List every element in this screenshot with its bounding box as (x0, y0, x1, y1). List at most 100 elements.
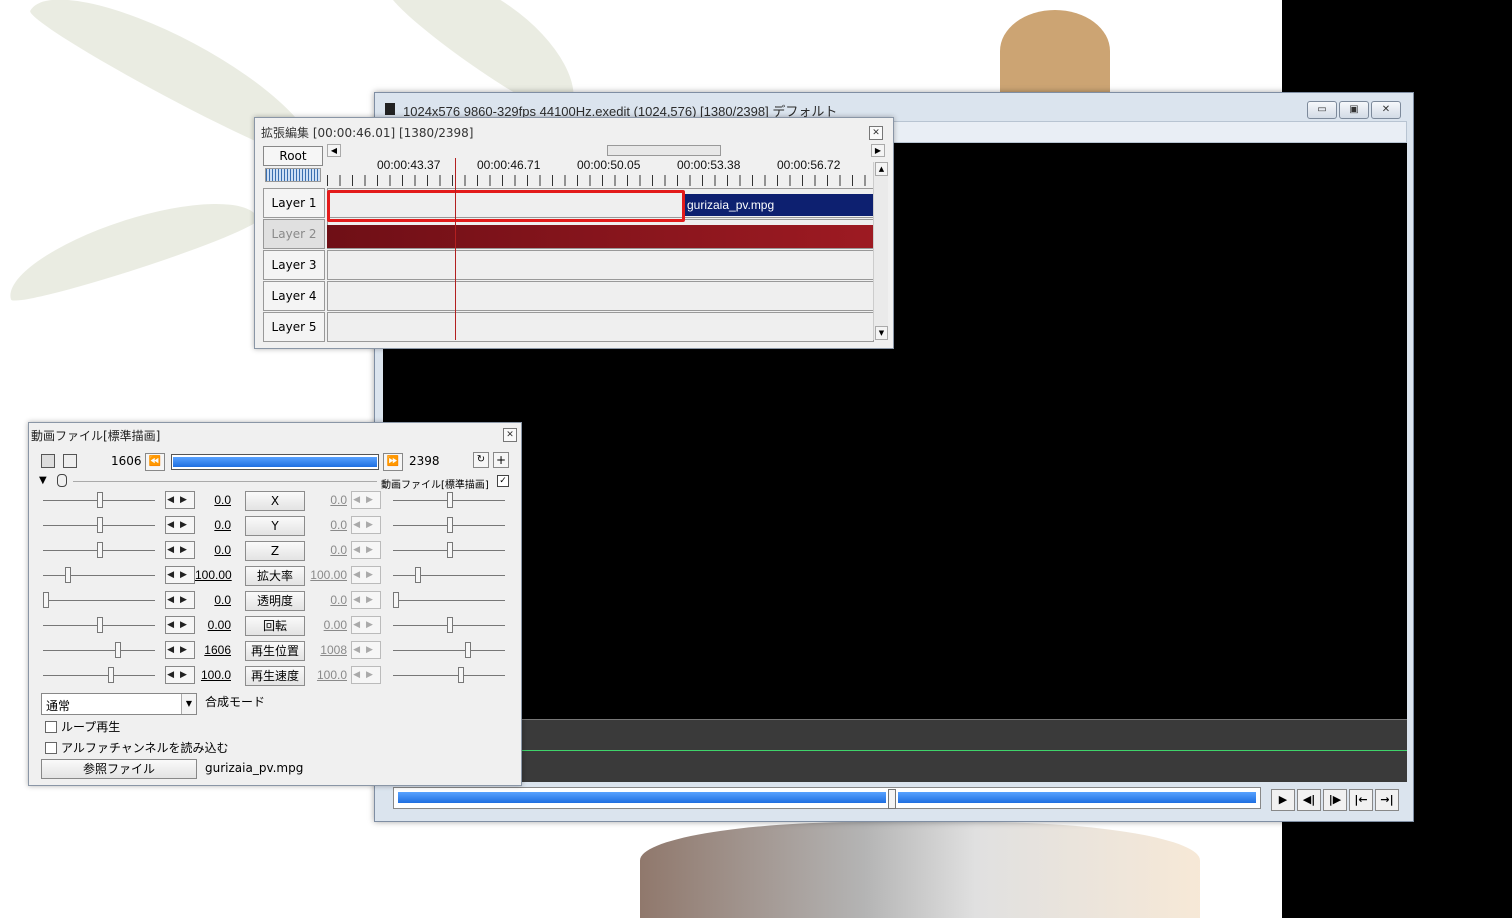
layer-track-3[interactable] (327, 250, 874, 280)
layer-button-2[interactable]: Layer 2 (263, 219, 325, 249)
seek-handle[interactable] (888, 789, 896, 809)
layer-button-3[interactable]: Layer 3 (263, 250, 325, 280)
param-start-value[interactable]: 0.0 (195, 493, 231, 507)
filter-enable-checkbox[interactable]: ✓ (497, 475, 509, 487)
param-end-slider-track[interactable] (393, 600, 505, 601)
param-step-arrows[interactable]: ◀▶ (351, 541, 381, 559)
param-step-arrows[interactable]: ◀▶ (165, 616, 195, 634)
timeline-close-icon[interactable]: ✕ (869, 126, 883, 140)
param-slider-knob[interactable] (64, 567, 71, 583)
param-step-arrows[interactable]: ◀▶ (165, 516, 195, 534)
timeline-clip-red[interactable] (327, 225, 873, 248)
param-name-button[interactable]: X (245, 491, 305, 511)
param-slider-knob[interactable] (107, 667, 114, 683)
param-end-value[interactable]: 100.00 (305, 568, 347, 582)
param-step-arrows[interactable]: ◀▶ (165, 641, 195, 659)
next-frame-button[interactable]: |▶ (1323, 789, 1347, 811)
param-end-value[interactable]: 0.0 (305, 543, 347, 557)
scroll-right-icon[interactable]: ▶ (871, 144, 885, 157)
layer-button-1[interactable]: Layer 1 (263, 188, 325, 218)
param-step-arrows[interactable]: ◀▶ (165, 566, 195, 584)
param-slider-knob[interactable] (97, 517, 103, 533)
maximize-button[interactable]: ▣ (1339, 101, 1369, 119)
play-button[interactable]: ▶ (1271, 789, 1295, 811)
camera-icon[interactable] (41, 454, 55, 468)
param-step-arrows[interactable]: ◀▶ (165, 591, 195, 609)
rewind-icon[interactable]: ⏪ (145, 453, 165, 471)
param-name-button[interactable]: 拡大率 (245, 566, 305, 586)
timeline-clip-video[interactable]: gurizaia_pv.mpg (683, 194, 873, 216)
param-slider-knob[interactable] (97, 542, 103, 558)
param-slider-knob[interactable] (97, 492, 103, 508)
seek-bar[interactable] (393, 787, 1261, 809)
param-end-value[interactable]: 0.00 (305, 618, 347, 632)
param-step-arrows[interactable]: ◀▶ (351, 566, 381, 584)
go-end-button[interactable]: →| (1375, 789, 1399, 811)
param-start-value[interactable]: 0.00 (195, 618, 231, 632)
param-step-arrows[interactable]: ◀▶ (351, 591, 381, 609)
param-slider-knob[interactable] (115, 642, 122, 658)
playhead-line[interactable] (455, 158, 456, 340)
add-filter-icon[interactable]: + (493, 452, 509, 468)
param-end-slider-knob[interactable] (393, 592, 399, 608)
scroll-down-icon[interactable]: ▼ (875, 326, 888, 340)
param-end-slider-knob[interactable] (414, 567, 421, 583)
object-panel-close-icon[interactable]: ✕ (503, 428, 517, 442)
close-button[interactable]: ✕ (1371, 101, 1401, 119)
param-end-slider-track[interactable] (393, 675, 505, 676)
layer-button-4[interactable]: Layer 4 (263, 281, 325, 311)
chevron-down-icon[interactable]: ▼ (181, 694, 196, 714)
param-start-value[interactable]: 0.0 (195, 593, 231, 607)
param-slider-knob[interactable] (43, 592, 49, 608)
param-end-slider-knob[interactable] (447, 542, 453, 558)
go-start-button[interactable]: |← (1349, 789, 1373, 811)
param-start-value[interactable]: 100.0 (195, 668, 231, 682)
param-name-button[interactable]: 再生速度 (245, 666, 305, 686)
param-step-arrows[interactable]: ◀▶ (351, 516, 381, 534)
param-end-value[interactable]: 0.0 (305, 593, 347, 607)
param-start-value[interactable]: 100.00 (195, 568, 232, 582)
zoom-bar[interactable] (265, 168, 321, 182)
param-name-button[interactable]: Y (245, 516, 305, 536)
param-slider-track[interactable] (43, 675, 155, 676)
collapse-icon[interactable]: ▼ (39, 475, 47, 486)
param-step-arrows[interactable]: ◀▶ (165, 491, 195, 509)
param-step-arrows[interactable]: ◀▶ (351, 666, 381, 684)
frame-range-bar[interactable] (171, 454, 379, 470)
timeline-vscroll[interactable]: ▲ ▼ (873, 162, 888, 340)
param-end-slider-track[interactable] (393, 650, 505, 651)
param-end-slider-knob[interactable] (447, 617, 453, 633)
root-button[interactable]: Root (263, 146, 323, 166)
param-step-arrows[interactable]: ◀▶ (351, 616, 381, 634)
param-name-button[interactable]: 再生位置 (245, 641, 305, 661)
param-end-value[interactable]: 0.0 (305, 518, 347, 532)
param-name-button[interactable]: Z (245, 541, 305, 561)
param-slider-track[interactable] (43, 600, 155, 601)
param-end-value[interactable]: 100.0 (305, 668, 347, 682)
alpha-checkbox[interactable] (45, 742, 57, 754)
param-end-slider-knob[interactable] (457, 667, 464, 683)
param-end-value[interactable]: 0.0 (305, 493, 347, 507)
param-step-arrows[interactable]: ◀▶ (351, 491, 381, 509)
layer-track-4[interactable] (327, 281, 874, 311)
param-step-arrows[interactable]: ◀▶ (165, 541, 195, 559)
layer-track-5[interactable] (327, 312, 874, 342)
prev-frame-button[interactable]: ◀| (1297, 789, 1321, 811)
param-name-button[interactable]: 回転 (245, 616, 305, 636)
param-start-value[interactable]: 1606 (195, 643, 231, 657)
param-slider-track[interactable] (43, 650, 155, 651)
minimize-button[interactable]: ▭ (1307, 101, 1337, 119)
refresh-icon[interactable]: ↻ (473, 452, 489, 468)
reference-file-button[interactable]: 参照ファイル (41, 759, 197, 779)
param-end-value[interactable]: 1008 (305, 643, 347, 657)
param-end-slider-knob[interactable] (447, 517, 453, 533)
fast-forward-icon[interactable]: ⏩ (383, 453, 403, 471)
screen-icon[interactable] (63, 454, 77, 468)
param-slider-knob[interactable] (97, 617, 103, 633)
param-end-slider-knob[interactable] (465, 642, 472, 658)
loop-checkbox[interactable] (45, 721, 57, 733)
param-slider-track[interactable] (43, 575, 155, 576)
param-start-value[interactable]: 0.0 (195, 518, 231, 532)
scroll-up-icon[interactable]: ▲ (875, 162, 888, 176)
param-name-button[interactable]: 透明度 (245, 591, 305, 611)
